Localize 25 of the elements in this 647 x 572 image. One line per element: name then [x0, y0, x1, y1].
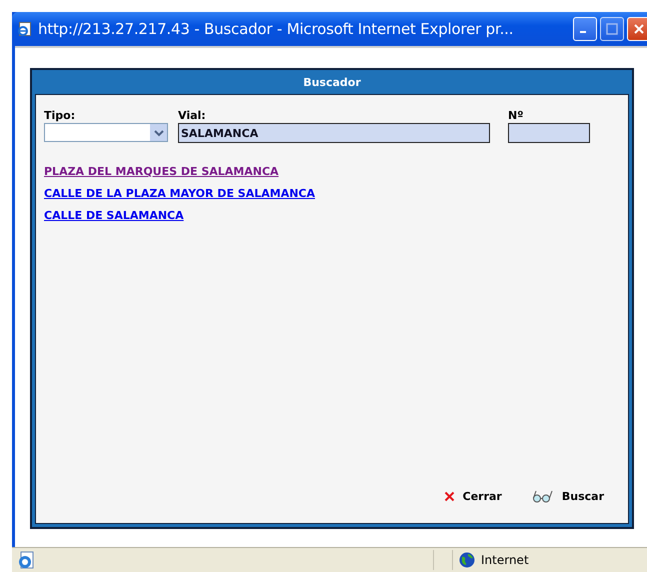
result-link[interactable]: PLAZA DEL MARQUES DE SALAMANCA: [44, 165, 279, 178]
minimize-icon: [580, 31, 586, 33]
maximize-icon: [606, 23, 618, 35]
zone-label: Internet: [481, 553, 529, 567]
minimize-button[interactable]: [573, 17, 597, 41]
search-button[interactable]: Buscar: [532, 490, 604, 503]
close-button[interactable]: [627, 17, 647, 41]
number-field[interactable]: [508, 123, 590, 143]
result-link[interactable]: CALLE DE SALAMANCA: [44, 209, 184, 222]
close-button[interactable]: Cerrar: [444, 490, 502, 503]
number-label: Nº: [508, 109, 524, 122]
page-icon: [16, 21, 32, 37]
tipo-dropdown[interactable]: [44, 123, 168, 142]
close-icon: [633, 23, 645, 35]
glasses-icon: [532, 490, 554, 503]
result-link[interactable]: CALLE DE LA PLAZA MAYOR DE SALAMANCA: [44, 187, 315, 200]
panel-title: Buscador: [302, 75, 362, 91]
maximize-button[interactable]: [600, 17, 624, 41]
globe-icon: [459, 552, 475, 568]
close-icon: [444, 491, 455, 502]
tipo-label: Tipo:: [44, 109, 76, 122]
vial-field[interactable]: SALAMANCA: [178, 123, 490, 143]
window-title: http://213.27.217.43 - Buscador - Microsoft Internet Explorer pr...: [38, 20, 514, 38]
vial-label: Vial:: [178, 109, 207, 122]
page-icon: [17, 551, 35, 569]
